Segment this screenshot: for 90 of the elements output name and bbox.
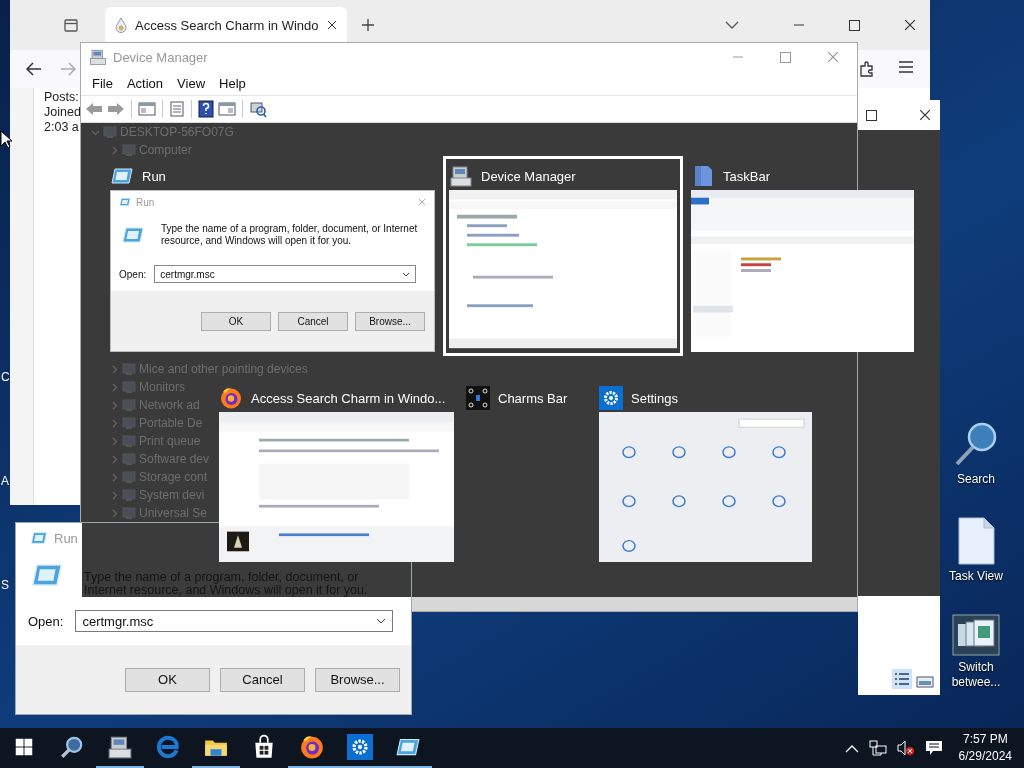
start-icon[interactable] [13, 736, 35, 758]
tab-list-icon[interactable] [63, 17, 79, 33]
icon-label: S [1, 578, 10, 592]
icon-label: A [1, 474, 10, 488]
device-icon [122, 488, 136, 502]
settings-icon [599, 386, 623, 410]
window-title: Run [54, 530, 78, 546]
details-view-icon[interactable] [892, 669, 912, 689]
cursor-icon [0, 130, 12, 149]
switcher-item[interactable]: Access Search Charm in Windo... [213, 378, 460, 568]
pane-icon[interactable] [138, 101, 156, 117]
icon-label: Task View [948, 569, 1004, 584]
switcher-item[interactable]: TaskBar [685, 156, 920, 358]
browser-icon[interactable] [299, 734, 325, 760]
device-icon [122, 380, 136, 394]
maximize-icon[interactable] [866, 109, 877, 121]
computer-icon[interactable] [107, 734, 133, 760]
field-label: Open: [28, 613, 64, 629]
menu-icon[interactable] [898, 60, 914, 74]
settings-icon[interactable] [347, 734, 373, 760]
stacked-windows-icon[interactable] [952, 614, 1000, 656]
device-icon [122, 143, 136, 157]
notifications-icon[interactable] [924, 740, 943, 756]
input-field[interactable]: certmgr.msc [75, 610, 394, 632]
chevron-up-icon[interactable] [844, 743, 859, 753]
menu-item[interactable]: Help [212, 75, 253, 91]
network-icon[interactable] [868, 740, 887, 756]
search-icon[interactable] [59, 734, 85, 760]
extensions-icon[interactable] [858, 60, 876, 78]
page-text: 2:03 a [44, 120, 80, 135]
window-icon [119, 196, 131, 208]
dialog-button: OK [201, 311, 271, 331]
window-title: Run [136, 196, 155, 208]
icon-label: Search [956, 472, 996, 487]
switcher-item[interactable]: Run Run Type the name of a program, folder, document, or Internet resource, and Windows will open it for you. Open: certmgr.msc OK Cancel Browse... [104, 156, 441, 358]
thumbnail-view-icon[interactable] [916, 675, 934, 689]
computer-icon [449, 164, 473, 188]
window-title: TaskBar [723, 168, 770, 184]
close-icon[interactable] [919, 109, 931, 121]
app-icon [466, 386, 490, 410]
window-icon [30, 529, 48, 547]
close-icon[interactable] [904, 19, 916, 31]
window-title: Run [142, 168, 166, 184]
dialog-button[interactable]: Browse... [315, 667, 400, 692]
back-icon[interactable] [26, 62, 42, 76]
chevron-down-icon[interactable] [725, 20, 739, 30]
device-icon [122, 362, 136, 376]
close-tab-icon[interactable] [326, 20, 337, 30]
forward-icon[interactable] [107, 101, 125, 117]
maximize-icon[interactable] [849, 19, 860, 31]
dialog-button: Cancel [278, 311, 348, 331]
window-title: Device Manager [481, 168, 576, 184]
switcher-item[interactable]: Settings [593, 378, 818, 568]
new-tab-icon[interactable] [360, 18, 375, 32]
field-label: Open: [119, 268, 147, 280]
dialog-button: Browse... [355, 311, 425, 331]
menu-item[interactable]: Action [119, 75, 171, 91]
window-preview[interactable]: Run Type the name of a program, folder, document, or Internet resource, and Windows will open it for you. Open: certmgr.msc OK Cancel Browse... [110, 190, 435, 352]
browser-tab[interactable]: Access Search Charm in Windo [105, 7, 347, 43]
window-title: Access Search Charm in Windo... [251, 390, 446, 406]
drop-icon [115, 17, 127, 33]
device-icon [122, 434, 136, 448]
device-icon [122, 506, 136, 520]
icon-label: C [1, 370, 10, 384]
volume-muted-icon[interactable] [896, 740, 915, 756]
computer-icon [89, 48, 107, 66]
document-icon[interactable] [956, 517, 996, 565]
window-title: Device Manager [113, 49, 208, 65]
clock[interactable]: 7:57 PM 6/29/2024 [952, 731, 1018, 765]
dialog-button[interactable]: Cancel [220, 667, 305, 692]
switcher-item[interactable]: Charms Bar [460, 378, 593, 418]
window-title: Settings [631, 390, 678, 406]
page-text: Posts: [44, 90, 80, 105]
window-title: Charms Bar [498, 390, 568, 406]
browser-icon [219, 386, 243, 410]
device-icon [103, 125, 117, 139]
page-text: Joined [44, 105, 81, 120]
device-icon [122, 452, 136, 466]
device-icon [122, 398, 136, 412]
scan-hardware-icon[interactable] [249, 100, 267, 118]
menu-item[interactable]: File [85, 75, 120, 91]
help-icon[interactable] [198, 100, 214, 118]
input-field[interactable]: certmgr.msc [154, 265, 417, 283]
device-icon [122, 470, 136, 484]
menu-item[interactable]: View [170, 75, 213, 91]
device-icon [122, 416, 136, 430]
dialog-button[interactable]: OK [125, 667, 210, 692]
icon-label: Switch betwee... [950, 660, 1002, 690]
switcher-item[interactable]: Device Manager [443, 156, 683, 356]
instruction-text: Type the name of a program, folder, document, or Internet resource, and Windows will open it for you. [161, 223, 419, 247]
